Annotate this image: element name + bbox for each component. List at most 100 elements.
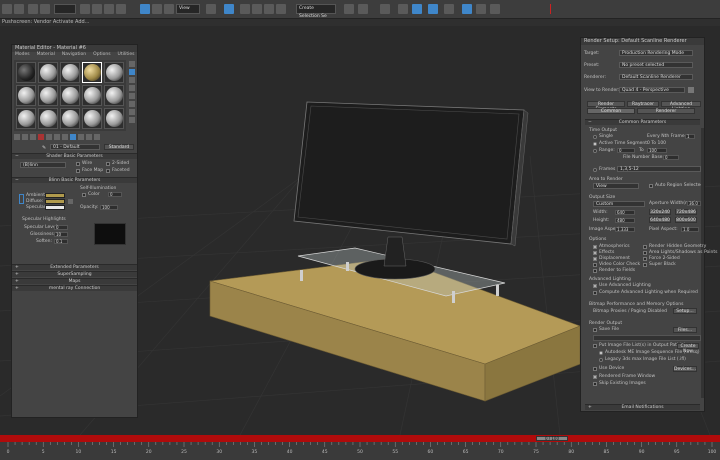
lock-ambient-diffuse-icon[interactable] [19,194,24,204]
specular-color-swatch[interactable] [45,205,65,210]
named-selection-set-field[interactable]: Create Selection Se [296,4,336,19]
redo-icon[interactable] [14,4,24,14]
wire-checkbox[interactable] [76,162,80,166]
go-to-parent-icon[interactable] [86,134,92,140]
save-file-checkbox[interactable] [593,328,597,332]
render-option-checkbox[interactable] [643,257,647,261]
auto-region-checkbox[interactable] [649,184,653,188]
pixel-aspect-spinner[interactable]: 1.0 [681,227,699,232]
reference-coordinate-dropdown[interactable]: View [176,4,200,14]
make-preview-icon[interactable] [129,101,135,107]
menu-options[interactable]: Options [93,52,110,57]
align-icon[interactable] [358,4,368,14]
tab-advanced-lighting[interactable]: Advanced Lighting [661,101,701,112]
material-sample-slot[interactable] [82,62,102,83]
material-type-button[interactable]: Standard [104,144,134,150]
supersampling-rollout[interactable]: + SuperSampling [12,271,137,277]
go-forward-sibling-icon[interactable] [94,134,100,140]
time-slider-track[interactable]: 0 / 100 [0,435,720,442]
material-editor-icon[interactable] [444,4,454,14]
schematic-view-icon[interactable] [428,4,438,14]
curve-editor-icon[interactable] [412,4,422,14]
output-size-dropdown[interactable]: Custom [593,201,645,207]
shader-basic-params-rollout[interactable]: − Shader Basic Parameters [12,153,137,159]
menu-navigation[interactable]: Navigation [62,52,86,57]
ambient-color-swatch[interactable] [45,193,65,198]
material-sample-slot[interactable] [104,85,124,106]
render-production-icon[interactable] [490,4,500,14]
material-sample-slot[interactable] [16,108,36,129]
get-material-icon[interactable] [14,134,20,140]
render-setup-scrollbar[interactable] [701,128,704,398]
material-editor-title[interactable]: Material Editor - Material #6 [12,45,137,52]
select-manipulate-icon[interactable] [224,4,234,14]
preset-dropdown[interactable]: No preset selected [619,62,693,68]
tab-common[interactable]: Common [587,108,635,114]
material-sample-slot[interactable] [38,85,58,106]
diffuse-map-button[interactable] [68,199,73,204]
video-color-check-icon[interactable] [129,93,135,99]
menu-utilities[interactable]: Utilities [118,52,135,57]
render-option-checkbox[interactable] [643,251,647,255]
sample-type-icon[interactable] [129,61,135,67]
single-radio[interactable] [593,135,597,139]
render-option-checkbox[interactable] [593,251,597,255]
render-option-checkbox[interactable] [643,263,647,267]
view-to-render-dropdown[interactable]: Quad 4 - Perspective [619,87,685,93]
material-sample-slot[interactable] [60,85,80,106]
face-map-checkbox[interactable] [76,169,80,173]
rendered-frame-window-icon[interactable] [476,4,486,14]
use-advanced-lighting-checkbox[interactable] [593,284,597,288]
autodesk-me-radio[interactable] [599,351,603,355]
legacy-ifl-radio[interactable] [599,358,603,362]
material-sample-slot[interactable] [16,62,36,83]
frames-field[interactable]: 1,3,5-12 [617,166,701,172]
show-end-result-icon[interactable] [78,134,84,140]
range-radio[interactable] [593,149,597,153]
self-illum-color-checkbox[interactable] [82,193,86,197]
assign-to-selection-icon[interactable] [30,134,36,140]
compute-advanced-lighting-checkbox[interactable] [593,291,597,295]
frames-radio[interactable] [593,168,597,172]
undo-icon[interactable] [2,4,12,14]
specular-level-spinner[interactable]: 0 [54,225,68,230]
show-shaded-material-icon[interactable] [70,134,76,140]
menu-material[interactable]: Material [37,52,55,57]
width-spinner[interactable]: 640 [615,210,635,215]
material-sample-slot[interactable] [60,62,80,83]
select-move-icon[interactable] [140,4,150,14]
files-button[interactable]: Files... [673,327,697,333]
mental-ray-connection-rollout[interactable]: + mental ray Connection [12,285,137,291]
uv-tiling-icon[interactable] [129,85,135,91]
preset-720x486-button[interactable]: 720x486 [675,209,697,215]
menu-modes[interactable]: Modes [15,52,30,57]
blinn-basic-params-rollout[interactable]: − Blinn Basic Parameters [12,177,137,183]
material-sample-slot[interactable] [16,85,36,106]
time-slider-area[interactable]: 0 / 100 0 5 10 15 20 25 30 35 40 45 50 55 60 65 70 75 80… [0,435,720,460]
material-sample-slot[interactable] [82,85,102,106]
material-id-channel-icon[interactable] [62,134,68,140]
graphite-ribbon-icon[interactable] [398,4,408,14]
target-dropdown[interactable]: Production Rendering Mode [619,50,693,56]
pivot-center-icon[interactable] [206,4,216,14]
preset-640x480-button[interactable]: 640x480 [649,217,671,223]
select-rotate-icon[interactable] [152,4,162,14]
tab-render-elements[interactable]: Render Elements [587,101,625,112]
render-option-checkbox[interactable] [593,245,597,249]
common-params-rollout[interactable]: − Common Parameters [585,119,700,125]
render-option-checkbox[interactable] [593,257,597,261]
render-option-checkbox[interactable] [593,263,597,267]
preset-800x600-button[interactable]: 800x600 [675,217,697,223]
pick-material-icon[interactable]: ✎ [42,145,46,151]
active-time-segment-radio[interactable] [593,142,597,146]
link-icon[interactable] [28,4,38,14]
faceted-checkbox[interactable] [106,169,110,173]
material-sample-slot[interactable] [104,108,124,129]
email-notifications-rollout[interactable]: + Email Notifications [585,404,700,410]
range-from-spinner[interactable]: 0 [617,148,635,153]
select-by-material-icon[interactable] [129,117,135,123]
bitmap-setup-button[interactable]: Setup... [673,308,697,314]
range-to-spinner[interactable]: 100 [647,148,667,153]
output-path-field[interactable] [593,335,701,341]
percent-snap-icon[interactable] [264,4,274,14]
